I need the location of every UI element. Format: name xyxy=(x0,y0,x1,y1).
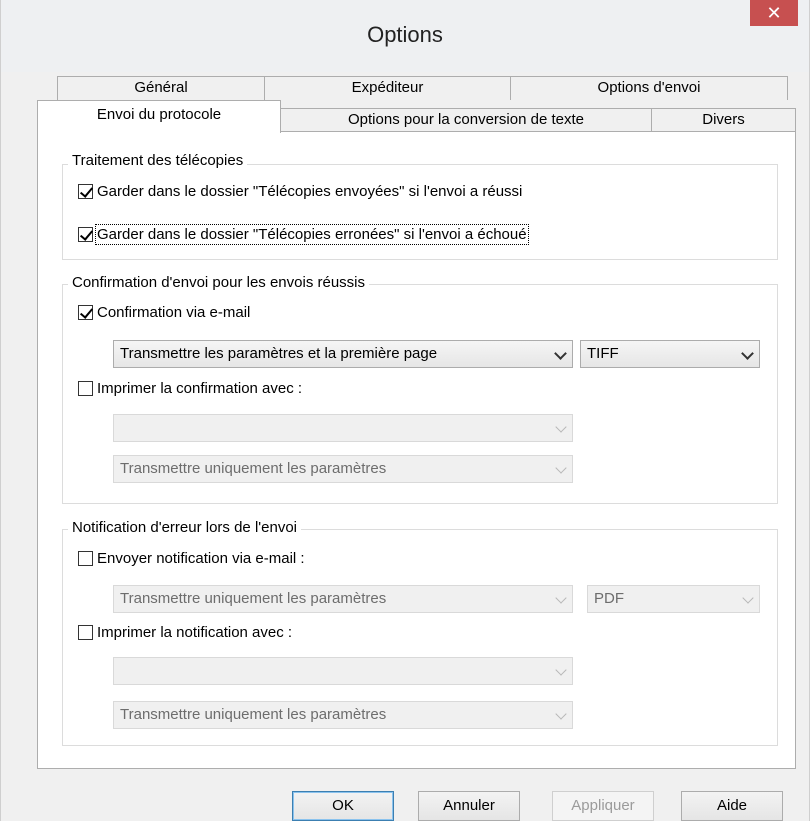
keep-sent-checkbox[interactable]: Garder dans le dossier "Télécopies envoy… xyxy=(78,183,522,200)
chevron-down-icon xyxy=(555,462,567,474)
confirm-print-content-select[interactable]: Transmettre uniquement les paramètres xyxy=(113,455,573,483)
dialog-title: Options xyxy=(367,22,443,47)
keep-sent-label: Garder dans le dossier "Télécopies envoy… xyxy=(97,183,523,200)
error-printer-select[interactable] xyxy=(113,657,573,685)
group-error-title: Notification d'erreur lors de l'envoi xyxy=(68,519,301,536)
confirm-format-select[interactable]: TIFF xyxy=(580,340,760,368)
keep-failed-label: Garder dans le dossier "Télécopies erron… xyxy=(95,224,529,245)
tab-divers[interactable]: Divers xyxy=(651,108,796,132)
cancel-button[interactable]: Annuler xyxy=(418,791,520,821)
checkbox-icon xyxy=(78,551,93,566)
chevron-down-icon xyxy=(741,347,754,360)
tab-label: Expéditeur xyxy=(351,79,424,96)
confirm-print-checkbox[interactable]: Imprimer la confirmation avec : xyxy=(78,380,302,397)
select-value: Transmettre les paramètres et la premièr… xyxy=(120,345,438,362)
apply-button[interactable]: Appliquer xyxy=(552,791,654,821)
confirm-email-label: Confirmation via e-mail xyxy=(97,304,251,321)
select-value: Transmettre uniquement les paramètres xyxy=(120,706,387,723)
select-value: PDF xyxy=(594,590,624,607)
tab-envoi-protocole[interactable]: Envoi du protocole xyxy=(37,100,281,133)
options-dialog: Options ✕ Général Expéditeur Options d'e… xyxy=(0,0,810,821)
keep-failed-checkbox[interactable]: Garder dans le dossier "Télécopies erron… xyxy=(78,224,529,245)
chevron-down-icon xyxy=(742,592,754,604)
chevron-down-icon xyxy=(555,592,567,604)
error-content-select[interactable]: Transmettre uniquement les paramètres xyxy=(113,585,573,613)
help-button[interactable]: Aide xyxy=(681,791,783,821)
checkbox-icon xyxy=(78,625,93,640)
ok-button[interactable]: OK xyxy=(292,791,394,821)
tab-general[interactable]: Général xyxy=(57,76,265,100)
select-value: TIFF xyxy=(587,345,619,362)
error-email-checkbox[interactable]: Envoyer notification via e-mail : xyxy=(78,550,305,567)
title-bar: Options ✕ xyxy=(1,0,809,72)
group-fax-title: Traitement des télécopies xyxy=(68,152,248,169)
tab-expediteur[interactable]: Expéditeur xyxy=(264,76,511,100)
confirm-printer-select[interactable] xyxy=(113,414,573,442)
checkbox-icon xyxy=(78,305,93,320)
checkbox-icon xyxy=(78,227,93,242)
tab-conversion-texte[interactable]: Options pour la conversion de texte xyxy=(280,108,652,132)
confirm-content-select[interactable]: Transmettre les paramètres et la premièr… xyxy=(113,340,573,368)
chevron-down-icon xyxy=(554,347,567,360)
chevron-down-icon xyxy=(555,421,567,433)
chevron-down-icon xyxy=(555,664,567,676)
chevron-down-icon xyxy=(555,708,567,720)
group-confirmation-title: Confirmation d'envoi pour les envois réu… xyxy=(68,274,370,291)
tab-label: Général xyxy=(134,79,188,96)
tab-label: Options pour la conversion de texte xyxy=(348,111,584,128)
confirm-email-checkbox[interactable]: Confirmation via e-mail xyxy=(78,304,250,321)
checkbox-icon xyxy=(78,381,93,396)
tab-label: Options d'envoi xyxy=(597,79,701,96)
error-print-checkbox[interactable]: Imprimer la notification avec : xyxy=(78,624,292,641)
tab-options-envoi[interactable]: Options d'envoi xyxy=(510,76,788,100)
error-email-label: Envoyer notification via e-mail : xyxy=(97,550,305,567)
confirm-print-label: Imprimer la confirmation avec : xyxy=(97,380,303,397)
select-value: Transmettre uniquement les paramètres xyxy=(120,590,387,607)
tab-label: Divers xyxy=(702,111,745,128)
error-print-label: Imprimer la notification avec : xyxy=(97,624,293,641)
group-fax-handling xyxy=(62,164,778,260)
close-icon: ✕ xyxy=(766,3,782,23)
checkbox-icon xyxy=(78,184,93,199)
close-button[interactable]: ✕ xyxy=(750,0,798,26)
error-print-content-select[interactable]: Transmettre uniquement les paramètres xyxy=(113,701,573,729)
select-value: Transmettre uniquement les paramètres xyxy=(120,460,387,477)
tab-label: Envoi du protocole xyxy=(96,106,222,123)
error-format-select[interactable]: PDF xyxy=(587,585,760,613)
